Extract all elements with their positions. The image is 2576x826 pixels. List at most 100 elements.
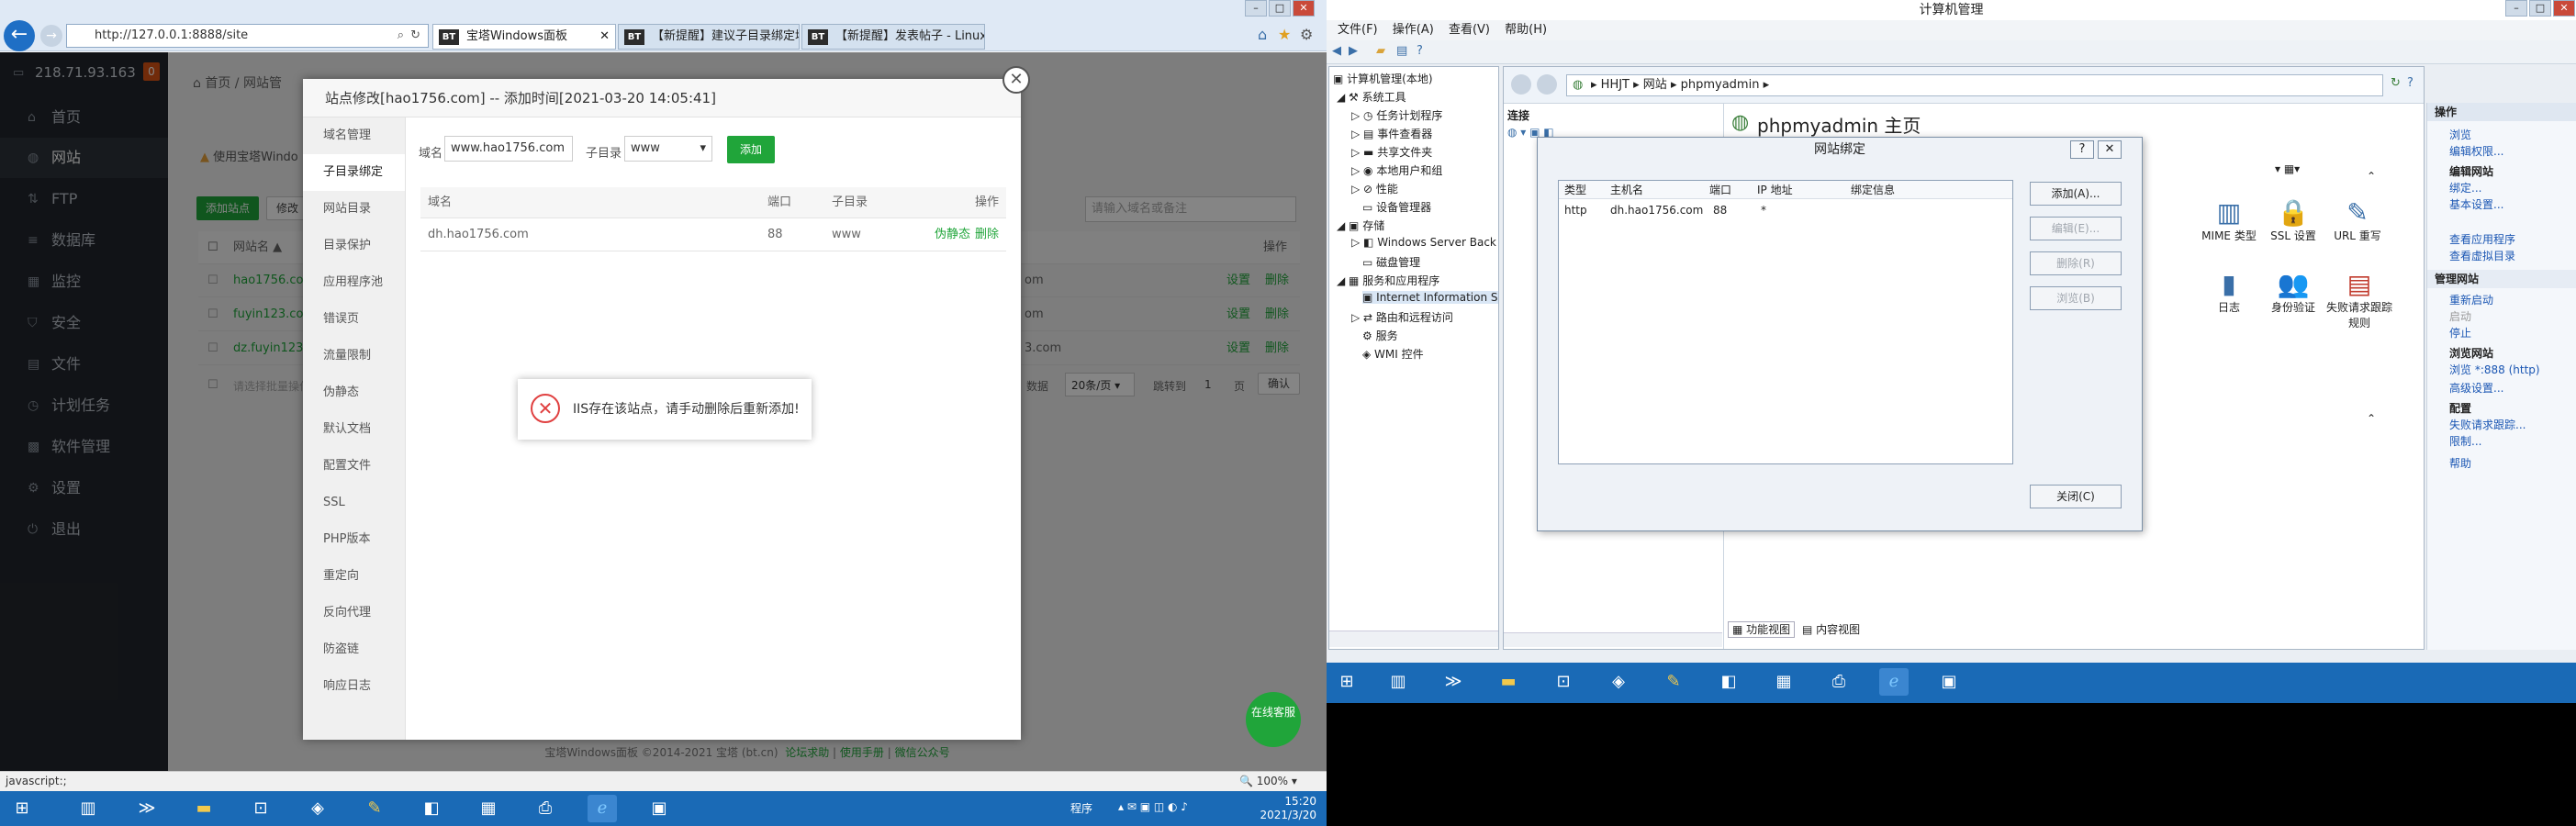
start-button[interactable]: ⊞ xyxy=(7,795,37,822)
menu-file[interactable]: 文件(F) xyxy=(1338,23,1378,37)
menu-help[interactable]: 帮助(H) xyxy=(1505,23,1547,37)
forward-button[interactable] xyxy=(1537,74,1557,95)
back-button[interactable] xyxy=(1511,74,1531,95)
gear-icon[interactable]: ⚙ xyxy=(1300,26,1313,43)
feature-mime[interactable]: ▥ MIME 类型 xyxy=(2201,197,2257,243)
back-icon[interactable]: ◀ xyxy=(1332,44,1341,58)
modal-nav-apppool[interactable]: 应用程序池 xyxy=(303,264,405,301)
server-manager-icon[interactable]: ▥ xyxy=(1383,668,1413,696)
table-row[interactable]: http dh.hao1756.com 88 * xyxy=(1559,201,2012,219)
favorites-icon[interactable]: ★ xyxy=(1278,26,1291,43)
modal-nav-traffic[interactable]: 流量限制 xyxy=(303,338,405,374)
remote-desktop-icon[interactable]: ▣ xyxy=(1934,668,1964,696)
tray-icons[interactable]: ▴ ✉ ▣ ◫ ◐ ♪ xyxy=(1118,800,1188,813)
tree-item[interactable]: ▣ Internet Information S xyxy=(1362,291,1498,304)
minimize-button[interactable]: – xyxy=(1245,0,1267,17)
tree-item[interactable]: ▷ ◉ 本地用户和组 xyxy=(1351,162,1442,178)
path-server[interactable]: HHJT xyxy=(1601,78,1630,92)
network-icon[interactable]: ⊡ xyxy=(1549,668,1578,696)
action-stop[interactable]: 停止 xyxy=(2427,325,2471,341)
modal-nav-dirprotect[interactable]: 目录保护 xyxy=(303,228,405,264)
action-start[interactable]: 启动 xyxy=(2427,308,2471,325)
tree-item[interactable]: ▭ 磁盘管理 xyxy=(1362,254,1420,270)
col-type[interactable]: 类型 xyxy=(1564,181,1586,199)
network-icon[interactable]: ⊡ xyxy=(246,795,275,822)
address-bar[interactable]: http://127.0.0.1:8888/site ⌕ ↻ xyxy=(66,24,429,48)
modal-nav-config[interactable]: 配置文件 xyxy=(303,448,405,485)
modal-nav-rewrite[interactable]: 伪静态 xyxy=(303,374,405,411)
remote-desktop-icon[interactable]: ▣ xyxy=(644,795,674,822)
path-site[interactable]: phpmyadmin xyxy=(1681,78,1760,92)
modal-nav-ssl[interactable]: SSL xyxy=(303,485,405,521)
file-explorer-icon[interactable]: ▬ xyxy=(1494,668,1523,696)
close-tab-icon[interactable]: ✕ xyxy=(599,25,610,49)
modal-nav-defaultdoc[interactable]: 默认文档 xyxy=(303,411,405,448)
home-icon[interactable]: ⌂ xyxy=(1258,26,1267,43)
search-icon[interactable]: ⌕ xyxy=(398,25,404,47)
domain-input[interactable]: www.hao1756.com xyxy=(444,136,573,162)
up-folder-icon[interactable]: ▰ xyxy=(1376,44,1385,58)
action-basic-settings[interactable]: 基本设置... xyxy=(2427,196,2503,213)
start-button[interactable]: ⊞ xyxy=(1332,668,1361,696)
tree-scrollbar[interactable] xyxy=(1329,631,1498,647)
system-clock[interactable]: 15:20 2021/3/20 xyxy=(1252,795,1316,822)
file-explorer-icon[interactable]: ▬ xyxy=(189,795,218,822)
collapse-icon[interactable]: ⌃ xyxy=(2367,412,2376,425)
tree-item[interactable]: ▭ 设备管理器 xyxy=(1362,199,1431,215)
show-tree-icon[interactable]: ▤ xyxy=(1396,44,1407,58)
iis-breadcrumb[interactable]: ◍ ▸ HHJT ▸ 网站 ▸ phpmyadmin ▸ xyxy=(1566,74,2383,96)
refresh-icon[interactable]: ↻ xyxy=(410,25,420,47)
tree-item[interactable]: ◢ ▦ 服务和应用程序 xyxy=(1337,273,1439,288)
modal-nav-errorpage[interactable]: 错误页 xyxy=(303,301,405,338)
tree-item[interactable]: ▷ ▬ 共享文件夹 xyxy=(1351,144,1432,160)
bindings-list[interactable]: 类型 主机名 端口 IP 地址 绑定信息 http dh.hao1756.com… xyxy=(1558,180,2013,464)
tree-item[interactable]: ⚙ 服务 xyxy=(1362,328,1398,343)
tab-features-view[interactable]: ▦ 功能视图 xyxy=(1728,621,1796,638)
col-binding-info[interactable]: 绑定信息 xyxy=(1851,181,1895,199)
tree-item[interactable]: ▣ 计算机管理(本地) xyxy=(1333,71,1433,86)
modal-nav-hotlink[interactable]: 防盗链 xyxy=(303,631,405,668)
menu-action[interactable]: 操作(A) xyxy=(1393,23,1434,37)
tab-forum-2[interactable]: BT 【新提醒】发表帖子 - Linux面... xyxy=(801,24,985,50)
calculator-icon[interactable]: ▦ xyxy=(474,795,503,822)
online-chat-button[interactable]: 在线客服 xyxy=(1246,692,1301,747)
tree-item[interactable]: ▷ ⇄ 路由和远程访问 xyxy=(1351,309,1453,325)
feature-log[interactable]: ▮ 日志 xyxy=(2201,269,2257,315)
menu-view[interactable]: 查看(V) xyxy=(1449,23,1490,37)
modal-nav-php[interactable]: PHP版本 xyxy=(303,521,405,558)
binding-rewrite-link[interactable]: 伪静态 xyxy=(935,218,970,251)
modal-nav-proxy[interactable]: 反向代理 xyxy=(303,595,405,631)
tree-item[interactable]: ▷ ▤ 事件查看器 xyxy=(1351,126,1432,141)
add-subdir-button[interactable]: 添加 xyxy=(727,136,776,163)
action-browse-888[interactable]: 浏览 *:888 (http) xyxy=(2427,362,2540,378)
help-icon[interactable]: ? xyxy=(2407,76,2414,90)
action-limits[interactable]: 限制... xyxy=(2427,433,2481,450)
subdir-select[interactable]: www ▾ xyxy=(624,136,712,162)
minimize-button[interactable]: – xyxy=(2505,0,2527,17)
refresh-icon[interactable]: ↻ xyxy=(2391,76,2401,90)
binding-delete-link[interactable]: 删除 xyxy=(975,218,999,251)
edit-binding-button[interactable]: 编辑(E)... xyxy=(2030,217,2122,240)
internet-explorer-icon[interactable]: ℯ xyxy=(1879,668,1909,696)
forward-button[interactable]: → xyxy=(40,25,62,47)
input-language[interactable]: 程序 xyxy=(1070,800,1092,816)
maximize-button[interactable]: □ xyxy=(1269,0,1291,17)
col-ip[interactable]: IP 地址 xyxy=(1757,181,1793,199)
modal-nav-log[interactable]: 响应日志 xyxy=(303,668,405,705)
action-advanced-settings[interactable]: 高级设置... xyxy=(2427,380,2503,396)
forward-icon[interactable]: ▶ xyxy=(1349,44,1358,58)
col-port[interactable]: 端口 xyxy=(1709,181,1731,199)
computer-management-icon[interactable]: ◈ xyxy=(303,795,332,822)
action-browse[interactable]: 浏览 xyxy=(2427,127,2471,143)
col-host[interactable]: 主机名 xyxy=(1610,181,1643,199)
feature-url-rewrite[interactable]: ✎ URL 重写 xyxy=(2330,197,2385,243)
action-failed-request-tracing[interactable]: 失败请求跟踪... xyxy=(2427,417,2526,433)
modal-nav-sitedir[interactable]: 网站目录 xyxy=(303,191,405,228)
modal-close-button[interactable]: ✕ xyxy=(1002,66,1030,94)
feature-failed-requests[interactable]: ▤ 失败请求跟踪规则 xyxy=(2326,269,2392,330)
tree-item[interactable]: ◢ ▣ 存储 xyxy=(1337,218,1384,233)
remove-binding-button[interactable]: 删除(R) xyxy=(2030,251,2122,275)
tree-item[interactable]: ◢ ⚒ 系统工具 xyxy=(1337,89,1406,105)
add-binding-button[interactable]: 添加(A)... xyxy=(2030,182,2122,206)
connections-scrollbar[interactable] xyxy=(1504,632,1722,647)
